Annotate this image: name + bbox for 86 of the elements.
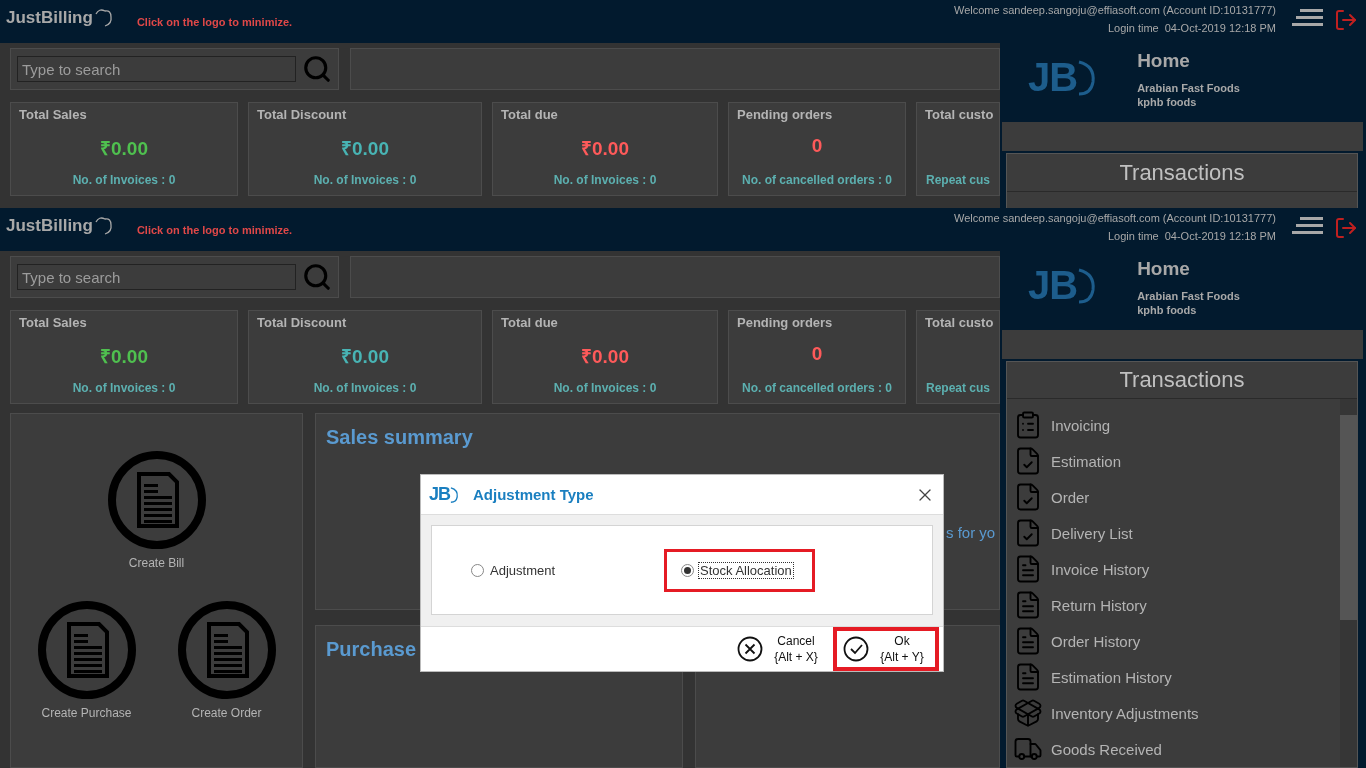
org-name: Arabian Fast Foods — [1137, 290, 1240, 302]
stat-value: ₹0.00 — [99, 345, 149, 367]
stat-footer: No. of Invoices : 0 — [19, 381, 229, 395]
home-title: Home — [1137, 258, 1191, 280]
logout-icon[interactable] — [1334, 216, 1358, 240]
welcome-text: Welcome sandeep.sangoju@effiasoft.com (Account ID:10131777) — [954, 4, 1276, 16]
dialog-title: Adjustment Type — [473, 486, 594, 503]
quick-action[interactable]: Create Purchase — [36, 600, 137, 720]
ok-button[interactable]: Ok {Alt + Y} — [833, 627, 939, 671]
document-circle-icon — [176, 600, 277, 700]
transaction-item[interactable]: Inventory Adjustments — [1007, 695, 1199, 731]
login-time: 04-Oct-2019 12:18 PM — [1164, 22, 1276, 34]
app-logo[interactable]: JustBilling — [6, 216, 113, 236]
radio-option[interactable]: Stock Allocation — [664, 548, 815, 592]
transaction-item[interactable]: Estimation — [1007, 443, 1122, 479]
transaction-item[interactable]: Estimation History — [1007, 659, 1172, 695]
panel-text: s for yo — [946, 524, 996, 541]
stat-footer: No. of Invoices : 0 — [501, 173, 709, 187]
stat-value: ₹0.00 — [580, 137, 630, 159]
menu-icon[interactable] — [1292, 216, 1324, 236]
cloud-icon — [94, 8, 113, 28]
box-icon — [1013, 698, 1043, 728]
stat-footer: No. of cancelled orders : 0 — [737, 381, 897, 395]
document-circle-icon — [36, 600, 137, 700]
stat-title: Total Discount — [257, 107, 348, 122]
stat-title: Pending orders — [737, 107, 834, 122]
transaction-item[interactable]: Invoicing — [1007, 407, 1111, 443]
search-field[interactable]: Type to search — [17, 56, 296, 82]
transaction-item[interactable]: Return History — [1007, 587, 1147, 623]
stat-footer: No. of Invoices : 0 — [257, 173, 473, 187]
transaction-item[interactable]: Invoice History — [1007, 551, 1150, 587]
home-title: Home — [1137, 50, 1191, 72]
login-label: Login time — [1107, 22, 1159, 34]
transaction-item[interactable]: Goods Received — [1007, 731, 1162, 767]
stat-title: Total custo — [925, 107, 991, 122]
quick-action[interactable]: Create Order — [176, 600, 277, 720]
transactions-title: Transactions — [1119, 367, 1245, 393]
stat-value: ₹0.00 — [340, 137, 390, 159]
welcome-text: Welcome sandeep.sangoju@effiasoft.com (Account ID:10131777) — [954, 212, 1276, 224]
x-circle-icon — [737, 636, 763, 662]
stat-title: Total Sales — [19, 315, 88, 330]
minimize-hint: Click on the logo to minimize. — [136, 224, 293, 236]
menu-icon[interactable] — [1292, 8, 1324, 28]
stat-footer: Repeat cus — [925, 381, 991, 395]
document-circle-icon — [106, 450, 207, 550]
branch-name: kphb foods — [1137, 304, 1198, 316]
panel-title: Sales summary — [326, 426, 474, 449]
scrollbar[interactable] — [1340, 399, 1357, 767]
stat-footer: No. of Invoices : 0 — [19, 173, 229, 187]
transaction-item[interactable]: Delivery List — [1007, 515, 1133, 551]
stat-value: ₹0.00 — [580, 345, 630, 367]
stat-title: Total Discount — [257, 315, 348, 330]
stat-footer: Repeat cus — [925, 173, 991, 187]
search-field[interactable]: Type to search — [17, 264, 296, 290]
check-circle-icon — [843, 636, 869, 662]
login-label: Login time — [1107, 230, 1159, 242]
login-time: 04-Oct-2019 12:18 PM — [1164, 230, 1276, 242]
jb-logo: JB — [1028, 55, 1098, 100]
stat-footer: No. of Invoices : 0 — [257, 381, 473, 395]
transaction-item[interactable]: Order — [1007, 479, 1090, 515]
minimize-hint: Click on the logo to minimize. — [136, 16, 293, 28]
stat-footer: No. of Invoices : 0 — [501, 381, 709, 395]
stat-title: Total due — [501, 107, 559, 122]
jb-logo: JB — [1028, 263, 1098, 308]
jb-logo: JB — [429, 484, 459, 505]
stat-title: Total custo — [925, 315, 991, 330]
radio-option[interactable]: Adjustment — [454, 548, 664, 592]
search-icon[interactable] — [302, 54, 332, 84]
cloud-icon — [94, 216, 113, 236]
quick-action[interactable]: Create Bill — [106, 450, 207, 570]
transaction-item[interactable]: Order History — [1007, 623, 1141, 659]
stat-footer: No. of cancelled orders : 0 — [737, 173, 897, 187]
stat-value: 0 — [810, 135, 824, 158]
org-name: Arabian Fast Foods — [1137, 82, 1240, 94]
app-logo[interactable]: JustBilling — [6, 8, 113, 28]
stat-value: ₹0.00 — [99, 137, 149, 159]
search-icon[interactable] — [302, 262, 332, 292]
branch-name: kphb foods — [1137, 96, 1198, 108]
stat-title: Pending orders — [737, 315, 834, 330]
stat-title: Total due — [501, 315, 559, 330]
logout-icon[interactable] — [1334, 8, 1358, 32]
stat-title: Total Sales — [19, 107, 88, 122]
panel-title: Purchase — [326, 638, 418, 661]
stat-value: ₹0.00 — [340, 345, 390, 367]
transactions-title: Transactions — [1119, 159, 1245, 186]
stat-value: 0 — [810, 343, 824, 366]
